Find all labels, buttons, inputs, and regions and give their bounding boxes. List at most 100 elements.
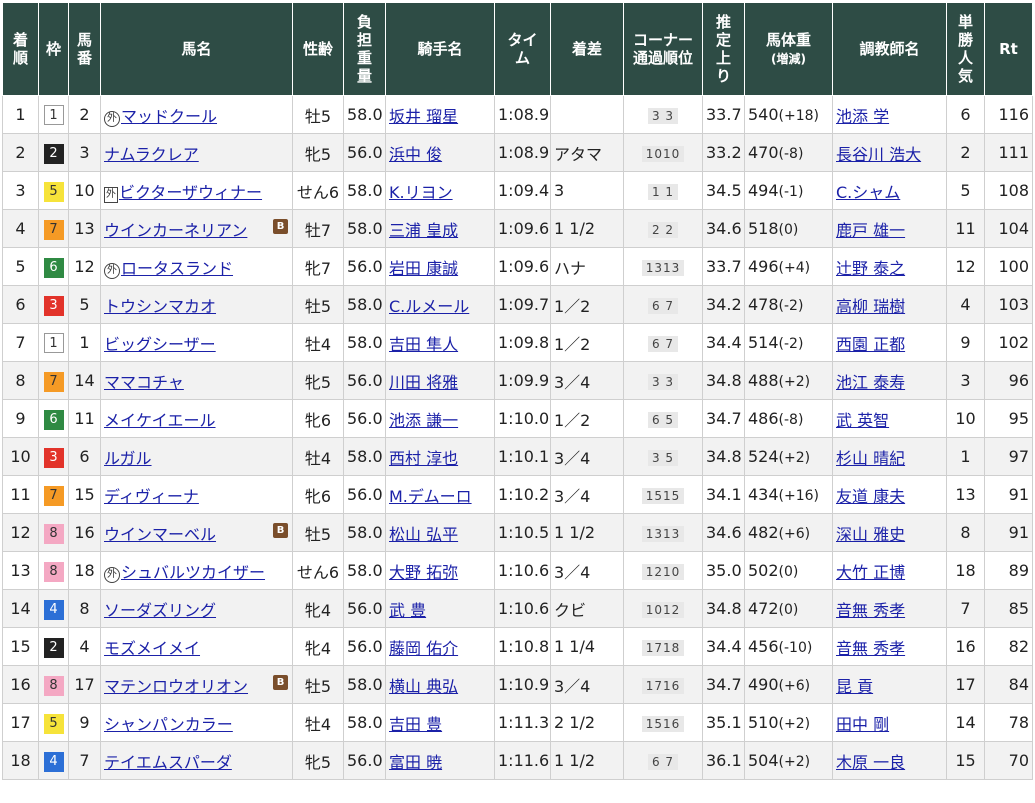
table-row: 10 3 6 ルガル 牡4 58.0 西村 淳也 1:10.1 3／4 3 5 34.8 524(+2… xyxy=(2,437,1033,476)
trainer-link[interactable]: 西園 正都 xyxy=(836,335,905,354)
horse-name-cell: ナムラクレア xyxy=(100,133,293,172)
trainer-link[interactable]: 杉山 晴紀 xyxy=(836,449,905,468)
body-weight-value: 472 xyxy=(748,599,779,618)
horse-name-cell: モズメイメイ xyxy=(100,627,293,666)
weight-cell: 58.0 xyxy=(343,171,386,210)
jockey-link[interactable]: K.リヨン xyxy=(389,183,453,202)
trainer-link[interactable]: 大竹 正博 xyxy=(836,563,905,582)
waku-badge: 8 xyxy=(43,675,64,696)
last3f-cell: 34.1 xyxy=(702,475,745,514)
horse-name-link[interactable]: ソーダズリング xyxy=(104,601,216,620)
horse-name-link[interactable]: ウインカーネリアン xyxy=(104,221,247,240)
corner-cell: 6 7 xyxy=(623,741,703,780)
jockey-link[interactable]: 三浦 皇成 xyxy=(389,221,458,240)
sex-age-cell: 牡5 xyxy=(292,95,344,134)
corner-cell: 3 3 xyxy=(623,95,703,134)
trainer-link[interactable]: 昆 貢 xyxy=(836,677,873,696)
trainer-link[interactable]: C.シャム xyxy=(836,183,900,202)
jockey-link[interactable]: 武 豊 xyxy=(389,601,426,620)
jockey-link[interactable]: 横山 典弘 xyxy=(389,677,458,696)
trainer-link[interactable]: 長谷川 浩大 xyxy=(836,145,921,164)
trainer-link[interactable]: 音無 秀孝 xyxy=(836,639,905,658)
horse-name-link[interactable]: ビクターザウィナー xyxy=(119,183,262,202)
trainer-link[interactable]: 武 英智 xyxy=(836,411,889,430)
horse-name-link[interactable]: マッドクール xyxy=(121,107,217,126)
rank-cell: 3 xyxy=(2,171,39,210)
horse-name-link[interactable]: ルガル xyxy=(104,449,152,468)
body-weight-change: (-2) xyxy=(778,298,804,314)
trainer-link[interactable]: 鹿戸 雄一 xyxy=(836,221,905,240)
horse-name-link[interactable]: ウインマーベル xyxy=(104,525,216,544)
corner-positions: 2 2 xyxy=(647,222,679,238)
jockey-link[interactable]: M.デムーロ xyxy=(389,487,472,506)
jockey-link[interactable]: 岩田 康誠 xyxy=(389,259,458,278)
horse-name-link[interactable]: マテンロウオリオン xyxy=(104,677,248,696)
horse-name-link[interactable]: メイケイエール xyxy=(104,411,216,430)
jockey-link[interactable]: 松山 弘平 xyxy=(389,525,458,544)
corner-positions: 3 5 xyxy=(647,450,679,466)
header-row: 着順 枠 馬番 馬名 性齢 負担重量 騎手名 タイム 着差 コーナー 通過順位 推… xyxy=(2,2,1033,96)
trainer-link[interactable]: 友道 康夫 xyxy=(836,487,905,506)
trainer-link[interactable]: 木原 一良 xyxy=(836,753,905,772)
trainer-link[interactable]: 田中 剛 xyxy=(836,715,889,734)
waku-badge: 5 xyxy=(43,181,64,202)
trainer-link[interactable]: 池添 学 xyxy=(836,107,889,126)
body-weight-change: (-2) xyxy=(778,336,804,352)
trainer-link[interactable]: 辻野 泰之 xyxy=(836,259,905,278)
header-trainer[interactable]: 調教師名 xyxy=(832,2,947,96)
horse-name-cell: 外マッドクール xyxy=(100,95,293,134)
horse-name-link[interactable]: シャンパンカラー xyxy=(104,715,233,734)
trainer-link[interactable]: 深山 雅史 xyxy=(836,525,905,544)
trainer-link[interactable]: 音無 秀孝 xyxy=(836,601,905,620)
jockey-link[interactable]: 藤岡 佑介 xyxy=(389,639,458,658)
body-weight-value: 490 xyxy=(748,675,779,694)
header-jockey[interactable]: 騎手名 xyxy=(385,2,495,96)
body-weight-cell: 518(0) xyxy=(744,209,833,248)
jockey-link[interactable]: 富田 暁 xyxy=(389,753,442,772)
jockey-link[interactable]: 浜中 俊 xyxy=(389,145,442,164)
header-horse-name[interactable]: 馬名 xyxy=(100,2,293,96)
popularity-cell: 17 xyxy=(946,665,985,704)
horse-name-link[interactable]: テイエムスパーダ xyxy=(104,753,232,772)
trainer-cell: 音無 秀孝 xyxy=(832,627,947,666)
umaban-cell: 18 xyxy=(68,551,101,590)
jockey-link[interactable]: 坂井 瑠星 xyxy=(389,107,458,126)
jockey-link[interactable]: 吉田 豊 xyxy=(389,715,442,734)
horse-name-link[interactable]: シュバルツカイザー xyxy=(121,563,265,582)
horse-name-link[interactable]: ビッグシーザー xyxy=(104,335,216,354)
last3f-cell: 33.2 xyxy=(702,133,745,172)
header-line: 馬 xyxy=(76,31,92,49)
jockey-cell: K.リヨン xyxy=(385,171,495,210)
corner-positions: 1718 xyxy=(641,640,685,656)
horse-name-link[interactable]: ロータスランド xyxy=(121,259,233,278)
jockey-cell: 坂井 瑠星 xyxy=(385,95,495,134)
horse-name-link[interactable]: モズメイメイ xyxy=(104,639,200,658)
horse-name-link[interactable]: ママコチャ xyxy=(104,373,184,392)
corner-cell: 1516 xyxy=(623,703,703,742)
popularity-cell: 5 xyxy=(946,171,985,210)
trainer-link[interactable]: 池江 泰寿 xyxy=(836,373,905,392)
corner-cell: 1 1 xyxy=(623,171,703,210)
horse-name-link[interactable]: トウシンマカオ xyxy=(104,297,216,316)
jockey-link[interactable]: 大野 拓弥 xyxy=(389,563,458,582)
horse-name-link[interactable]: ディヴィーナ xyxy=(104,487,199,506)
trainer-cell: 高柳 瑞樹 xyxy=(832,285,947,324)
body-weight-value: 514 xyxy=(748,333,779,352)
body-weight-change: (0) xyxy=(778,602,799,618)
jockey-link[interactable]: 川田 将雅 xyxy=(389,373,458,392)
table-row: 18 4 7 テイエムスパーダ 牝5 56.0 富田 暁 1:11.6 1 1/2 6 7 36.1… xyxy=(2,741,1033,780)
jockey-link[interactable]: 吉田 隼人 xyxy=(389,335,458,354)
horse-name-link[interactable]: ナムラクレア xyxy=(104,145,199,164)
trainer-link[interactable]: 高柳 瑞樹 xyxy=(836,297,905,316)
jockey-link[interactable]: C.ルメール xyxy=(389,297,469,316)
jockey-link[interactable]: 池添 謙一 xyxy=(389,411,458,430)
header-line: 負 xyxy=(356,13,372,31)
body-weight-change: (-8) xyxy=(778,146,804,162)
margin-cell: 1 1/2 xyxy=(550,513,624,552)
trainer-cell: 西園 正都 xyxy=(832,323,947,362)
body-weight-value: 434 xyxy=(748,485,779,504)
rank-cell: 16 xyxy=(2,665,39,704)
trainer-cell: 長谷川 浩大 xyxy=(832,133,947,172)
jockey-link[interactable]: 西村 淳也 xyxy=(389,449,458,468)
time-cell: 1:10.1 xyxy=(494,437,551,476)
